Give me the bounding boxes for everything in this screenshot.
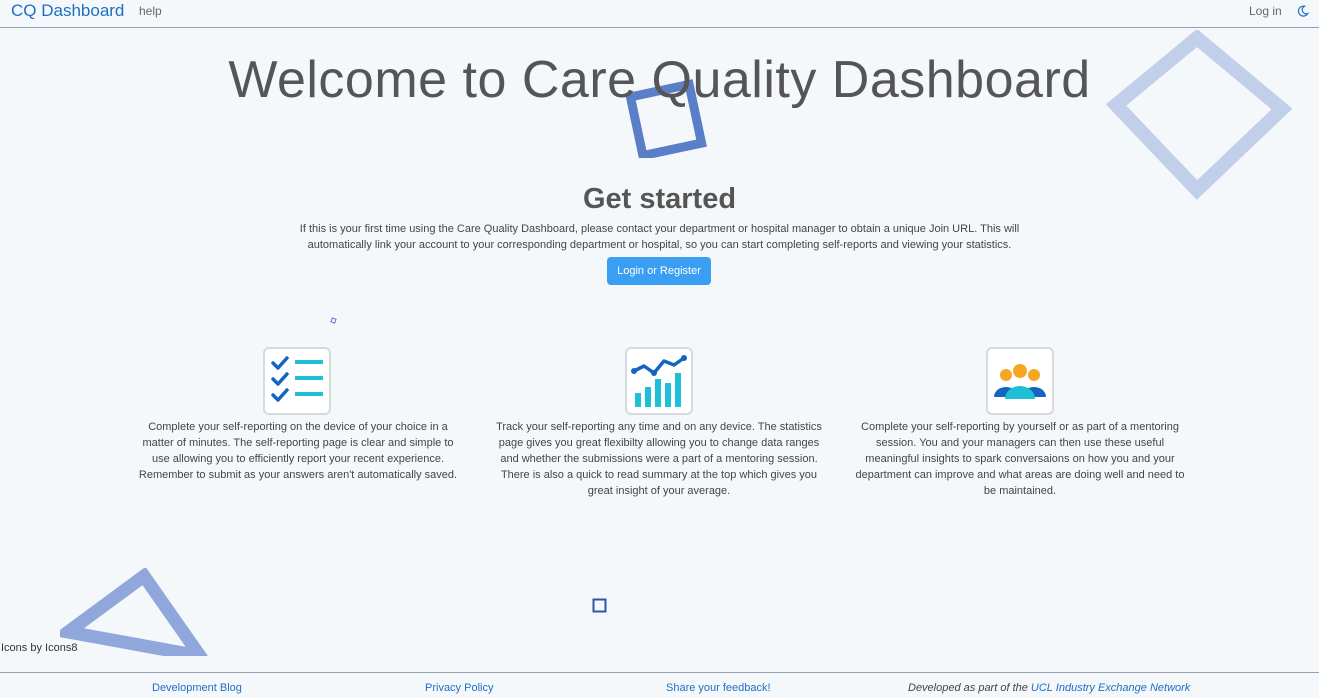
checklist-icon xyxy=(263,347,331,415)
brand-link[interactable]: CQ Dashboard xyxy=(11,1,124,21)
feature-text-statistics: Track your self-reporting any time and o… xyxy=(496,421,822,497)
navbar: CQ Dashboard help Log in xyxy=(0,0,1319,28)
development-blog-link[interactable]: Development Blog xyxy=(152,682,242,694)
moon-icon[interactable] xyxy=(1296,4,1310,18)
login-register-button[interactable]: Login or Register xyxy=(607,257,711,285)
feature-text-mentoring: Complete your self-reporting by yourself… xyxy=(855,421,1185,497)
login-link[interactable]: Log in xyxy=(1249,4,1282,18)
intro-text: If this is your first time using the Car… xyxy=(299,223,1020,251)
icons-credit: Icons by Icons8 xyxy=(1,642,78,654)
help-link[interactable]: help xyxy=(139,4,162,18)
statistics-chart-icon xyxy=(625,347,693,415)
footer: Development Blog Privacy Policy Share yo… xyxy=(0,672,1319,698)
get-started-heading: Get started xyxy=(582,183,737,215)
main-content: Welcome to Care Quality Dashboard Get st… xyxy=(0,0,1319,697)
privacy-policy-link[interactable]: Privacy Policy xyxy=(425,682,493,694)
developed-by-text: Developed as part of the UCL Industry Ex… xyxy=(908,682,1190,694)
ucl-ixn-link[interactable]: UCL Industry Exchange Network xyxy=(1031,682,1190,694)
page-title: Welcome to Care Quality Dashboard xyxy=(228,51,1091,109)
feature-text-reporting: Complete your self-reporting on the devi… xyxy=(138,421,458,481)
team-icon xyxy=(986,347,1054,415)
developed-prefix: Developed as part of the xyxy=(908,682,1031,694)
feedback-link[interactable]: Share your feedback! xyxy=(666,682,771,694)
